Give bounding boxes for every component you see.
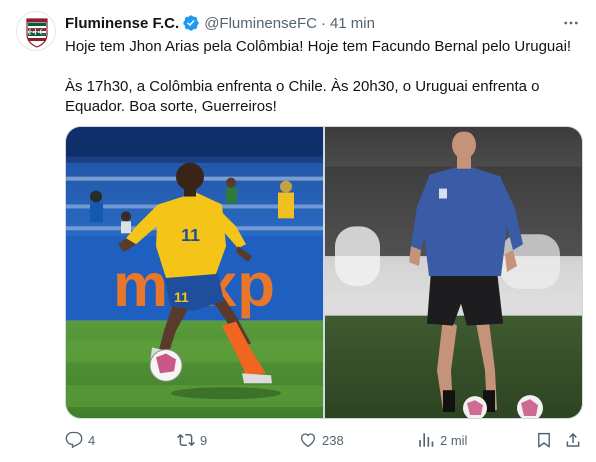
timestamp[interactable]: 41 min — [330, 15, 375, 32]
more-options-button[interactable] — [560, 12, 582, 34]
club-crest-icon: FFC — [26, 18, 48, 48]
bookmark-button[interactable] — [535, 428, 553, 452]
avatar-monogram: FFC — [28, 27, 46, 37]
tweet-text-line-1: Hoje tem Jhon Arias pela Colômbia! Hoje … — [65, 38, 572, 55]
separator-dot: · — [320, 14, 326, 32]
more-dots-icon — [564, 21, 578, 25]
bookmark-icon — [538, 432, 550, 448]
reply-count: 4 — [88, 432, 96, 448]
share-button[interactable] — [564, 428, 582, 452]
action-bar: 4 9 238 2 mil — [65, 428, 585, 452]
share-icon — [566, 432, 580, 447]
tweet-card[interactable]: FFC Fluminense F.C. @FluminenseFC · 41 m… — [0, 0, 596, 462]
heart-icon — [300, 433, 316, 448]
shorts-number: 11 — [174, 289, 189, 305]
photo-uruguay-player — [325, 127, 582, 418]
retweet-count: 9 — [200, 432, 208, 448]
verified-badge-icon — [182, 14, 200, 32]
photo-colombia-player: maxp 11 — [66, 127, 323, 418]
reply-button[interactable]: 4 — [65, 428, 95, 452]
views-button[interactable]: 2 mil — [417, 428, 467, 452]
shirt-number: 11 — [181, 225, 200, 245]
like-count: 238 — [322, 432, 344, 448]
display-name[interactable]: Fluminense F.C. — [65, 15, 179, 32]
retweet-button[interactable]: 9 — [177, 428, 207, 452]
tweet-text: Hoje tem Jhon Arias pela Colômbia! Hoje … — [65, 37, 580, 117]
retweet-icon — [177, 433, 195, 447]
reply-icon — [65, 431, 83, 449]
like-button[interactable]: 238 — [299, 428, 344, 452]
user-handle[interactable]: @FluminenseFC — [204, 15, 317, 32]
views-count: 2 mil — [440, 432, 468, 448]
media-photo-left[interactable]: maxp 11 — [66, 127, 323, 418]
avatar[interactable]: FFC — [16, 11, 56, 51]
tweet-text-line-2: Às 17h30, a Colômbia enfrenta o Chile. À… — [65, 78, 540, 115]
tweet-header: Fluminense F.C. @FluminenseFC · 41 min — [65, 13, 375, 33]
media-grid: maxp 11 — [65, 126, 583, 419]
media-photo-right[interactable] — [325, 127, 582, 418]
views-chart-icon — [419, 433, 434, 447]
